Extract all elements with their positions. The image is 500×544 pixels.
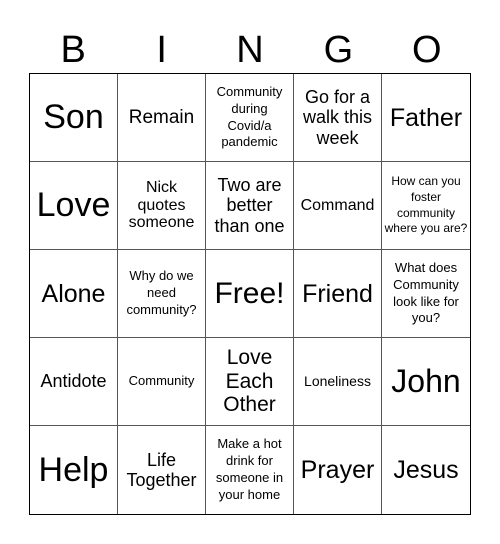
bingo-cell[interactable]: Two are better than one bbox=[206, 162, 294, 250]
bingo-cell[interactable]: Love Each Other bbox=[206, 338, 294, 426]
bingo-cell[interactable]: Community during Covid/a pandemic bbox=[206, 74, 294, 162]
bingo-cell[interactable]: Prayer bbox=[294, 426, 382, 514]
bingo-cell[interactable]: Loneliness bbox=[294, 338, 382, 426]
bingo-cell[interactable]: How can you foster community where you a… bbox=[382, 162, 470, 250]
bingo-cell[interactable]: Son bbox=[30, 74, 118, 162]
bingo-cell[interactable]: Antidote bbox=[30, 338, 118, 426]
bingo-cell[interactable]: Father bbox=[382, 74, 470, 162]
header-letter-n: N bbox=[236, 29, 264, 71]
bingo-cell[interactable]: Nick quotes someone bbox=[118, 162, 206, 250]
bingo-cell[interactable]: Why do we need community? bbox=[118, 250, 206, 338]
bingo-cell[interactable]: Community bbox=[118, 338, 206, 426]
bingo-grid: Son Remain Community during Covid/a pand… bbox=[29, 73, 471, 515]
header-letter-b: B bbox=[60, 29, 86, 71]
header-letter-o: O bbox=[412, 29, 442, 71]
bingo-cell[interactable]: Go for a walk this week bbox=[294, 74, 382, 162]
bingo-cell[interactable]: Remain bbox=[118, 74, 206, 162]
bingo-cell[interactable]: Make a hot drink for someone in your hom… bbox=[206, 426, 294, 514]
header-letter-g: G bbox=[323, 29, 354, 71]
bingo-cell[interactable]: Command bbox=[294, 162, 382, 250]
bingo-header: B I N G O bbox=[29, 28, 471, 72]
bingo-cell[interactable]: Friend bbox=[294, 250, 382, 338]
free-space-cell[interactable]: Free! bbox=[206, 250, 294, 338]
bingo-cell[interactable]: Life Together bbox=[118, 426, 206, 514]
bingo-cell[interactable]: What does Community look like for you? bbox=[382, 250, 470, 338]
bingo-cell[interactable]: Help bbox=[30, 426, 118, 514]
bingo-cell[interactable]: Love bbox=[30, 162, 118, 250]
bingo-cell[interactable]: Alone bbox=[30, 250, 118, 338]
bingo-cell[interactable]: John bbox=[382, 338, 470, 426]
bingo-cell[interactable]: Jesus bbox=[382, 426, 470, 514]
header-letter-i: I bbox=[156, 29, 167, 71]
